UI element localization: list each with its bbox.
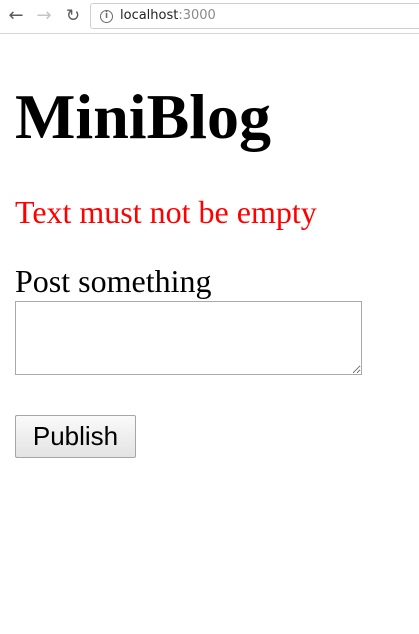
address-bar[interactable]: i localhost:3000 [90,3,419,29]
page-title: MiniBlog [15,81,272,152]
forward-arrow-icon[interactable]: → [33,5,55,27]
browser-toolbar: ← → ↻ i localhost:3000 [0,0,419,34]
publish-button[interactable]: Publish [15,415,136,458]
url-text: localhost:3000 [120,8,216,24]
url-host: localhost [120,8,179,23]
reload-icon[interactable]: ↻ [62,5,84,27]
post-label: Post something [15,263,212,299]
back-arrow-icon[interactable]: ← [5,5,27,27]
info-icon[interactable]: i [100,10,113,23]
post-textarea[interactable] [15,301,362,375]
error-message: Text must not be empty [15,194,317,230]
url-port: :3000 [178,8,216,23]
